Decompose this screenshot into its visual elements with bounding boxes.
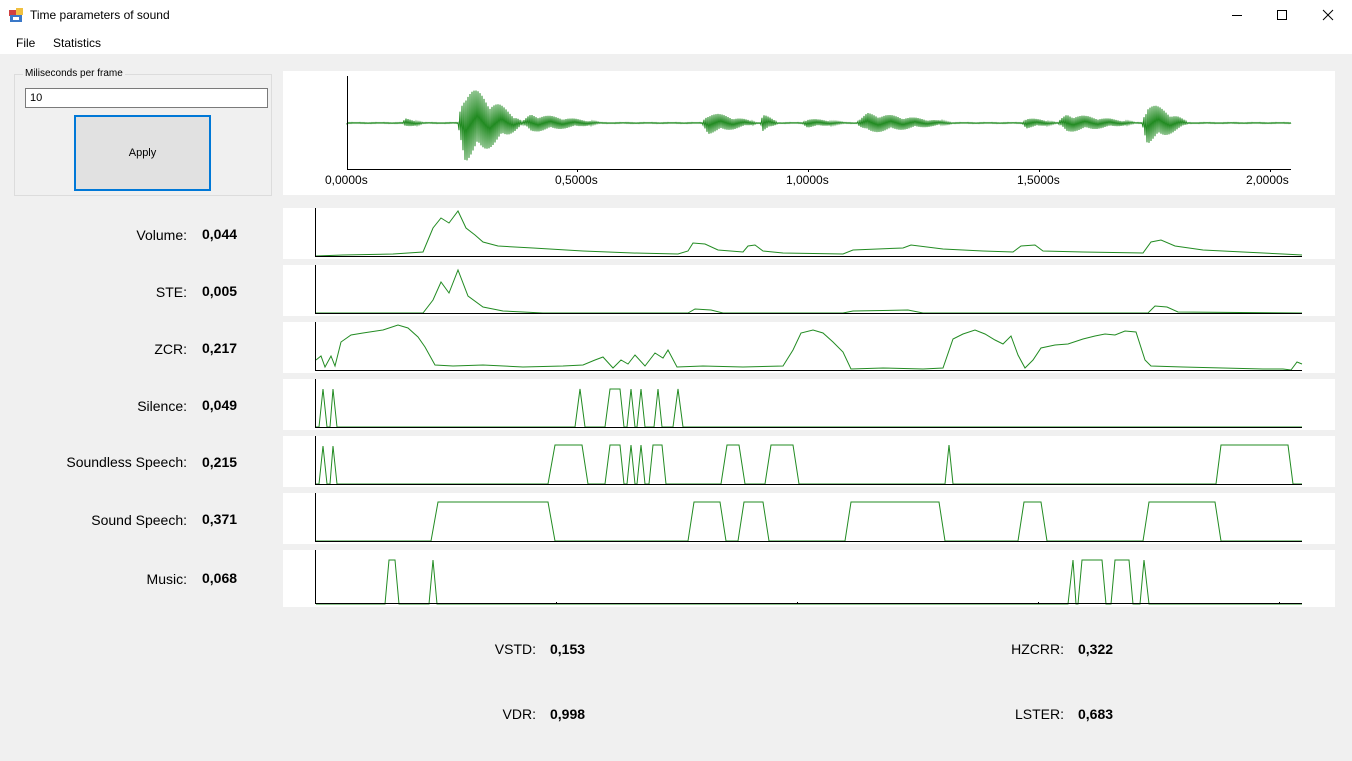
volume-label: Volume: <box>136 227 187 243</box>
window-title: Time parameters of sound <box>30 8 170 22</box>
hzcrr-label: HZCRR: <box>1011 641 1064 657</box>
minimize-button[interactable] <box>1214 0 1260 30</box>
music-chart <box>283 550 1335 607</box>
hzcrr-value: 0,322 <box>1078 641 1114 657</box>
waveform-line <box>346 90 1292 161</box>
maximize-button[interactable] <box>1259 0 1305 30</box>
menu-bar: File Statistics <box>0 30 1352 54</box>
soundless-speech-value: 0,215 <box>202 454 238 470</box>
x-tick-label: 1,0000s <box>786 173 829 187</box>
vstd-value: 0,153 <box>550 641 586 657</box>
sound-speech-line <box>316 501 1302 542</box>
silence-value: 0,049 <box>202 397 238 413</box>
menu-file[interactable]: File <box>16 36 35 50</box>
waveform-panel: 0,0000s 0,5000s 1,0000s 1,5000s 2,0000s <box>283 71 1335 195</box>
close-icon <box>1322 9 1334 21</box>
ste-chart <box>283 265 1335 316</box>
sound-speech-chart <box>283 493 1335 544</box>
music-label: Music: <box>146 571 187 587</box>
music-value: 0,068 <box>202 570 238 586</box>
app-icon <box>9 8 23 22</box>
sound-speech-label: Sound Speech: <box>91 512 187 528</box>
minimize-icon <box>1232 15 1242 16</box>
title-bar: Time parameters of sound <box>0 0 1352 30</box>
zcr-line <box>315 324 1303 371</box>
volume-value: 0,044 <box>202 226 238 242</box>
ste-line <box>316 268 1303 314</box>
x-tick-label: 0,0000s <box>325 173 368 187</box>
vdr-value: 0,998 <box>550 706 586 722</box>
sound-speech-value: 0,371 <box>202 511 238 527</box>
frame-ms-input[interactable] <box>25 88 268 108</box>
lster-label: LSTER: <box>1014 706 1064 722</box>
x-tick-label: 0,5000s <box>555 173 598 187</box>
volume-line <box>315 210 1303 257</box>
volume-chart <box>283 208 1335 259</box>
soundless-speech-line <box>316 444 1302 485</box>
vdr-label: VDR: <box>502 706 536 722</box>
lster-value: 0,683 <box>1078 706 1114 722</box>
silence-label: Silence: <box>137 398 187 414</box>
silence-line <box>316 388 1302 428</box>
apply-button[interactable]: Apply <box>74 115 211 191</box>
vstd-label: VSTD: <box>494 641 536 657</box>
silence-chart <box>283 379 1335 430</box>
close-button[interactable] <box>1305 0 1351 30</box>
zcr-label: ZCR: <box>154 341 187 357</box>
ste-label: STE: <box>155 284 187 300</box>
x-tick-label: 1,5000s <box>1017 173 1060 187</box>
menu-statistics[interactable]: Statistics <box>53 36 101 50</box>
x-tick-label: 2,0000s <box>1246 173 1289 187</box>
music-line <box>316 559 1302 605</box>
frame-settings-label: Miliseconds per frame <box>23 68 125 79</box>
ste-value: 0,005 <box>202 283 238 299</box>
soundless-speech-chart <box>283 436 1335 487</box>
maximize-icon <box>1277 10 1287 20</box>
zcr-chart <box>283 322 1335 373</box>
zcr-value: 0,217 <box>202 340 238 356</box>
soundless-speech-label: Soundless Speech: <box>66 454 187 470</box>
